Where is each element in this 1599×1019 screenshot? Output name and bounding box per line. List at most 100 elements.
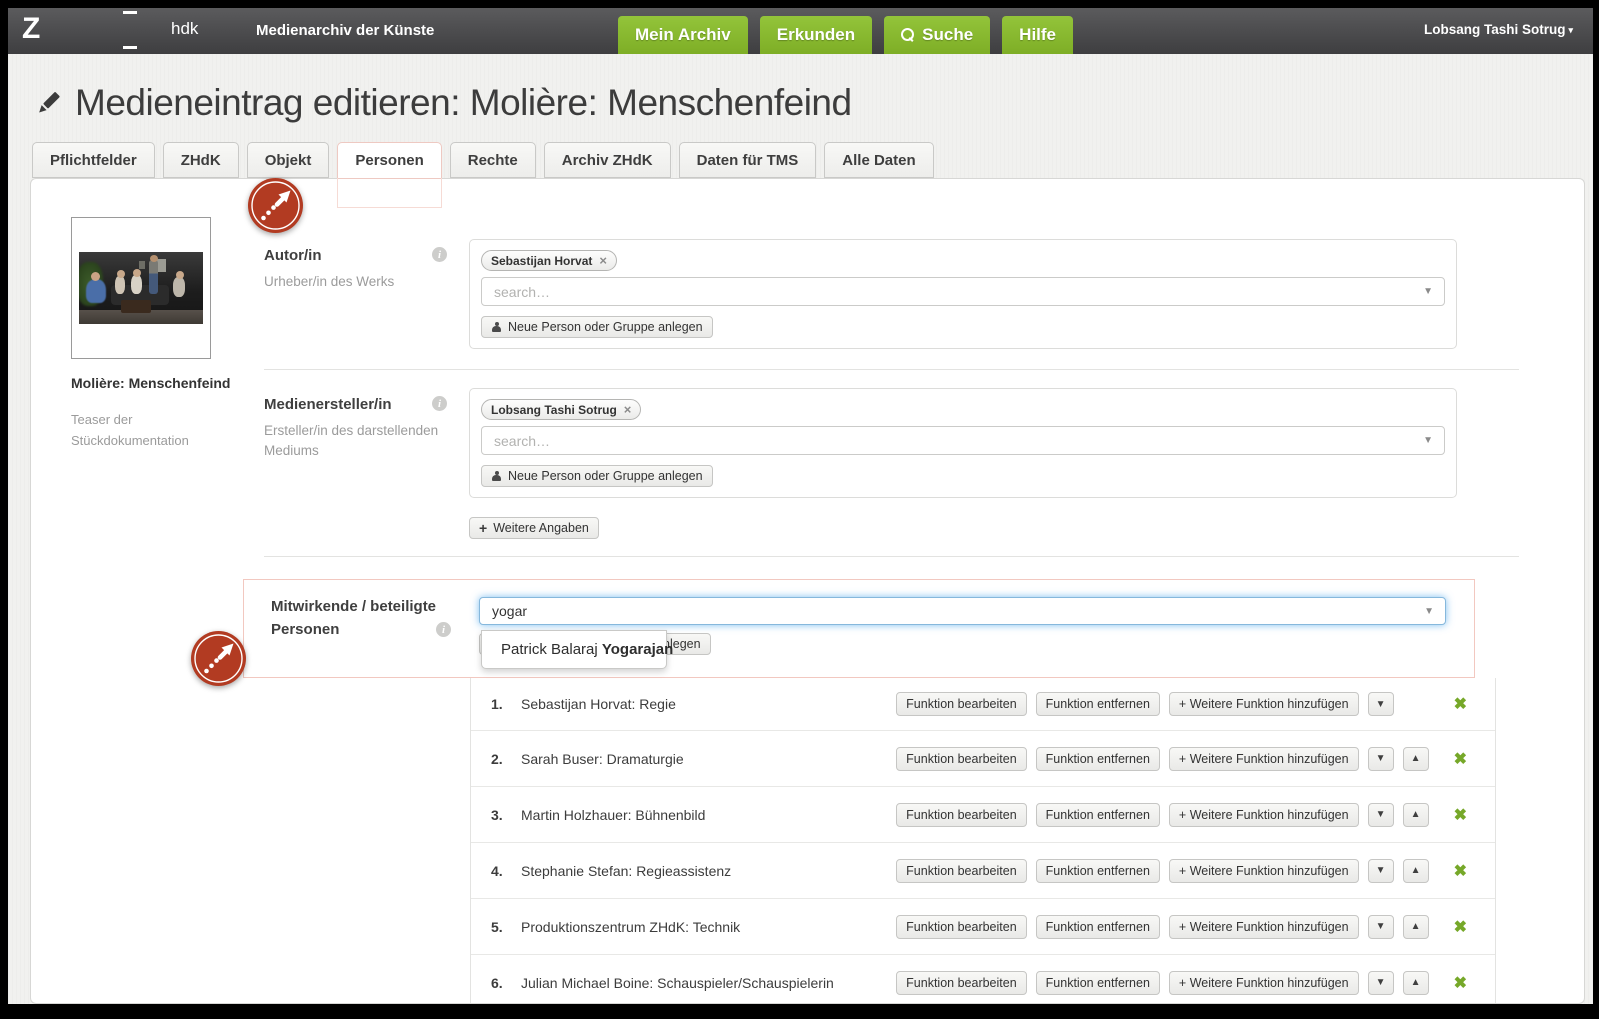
page-header: Medieneintrag editieren: Molière: Mensch… [33,78,1593,128]
funktion-bearbeiten-button[interactable]: Funktion bearbeiten [896,915,1027,939]
nav-button-group: Mein Archiv Erkunden Suche Hilfe [618,16,1073,54]
weitere-funktion-button[interactable]: + Weitere Funktion hinzufügen [1169,747,1359,771]
field-autor-box: Sebastijan Horvat × ▼ Neue Person oder G… [469,239,1457,349]
person-row: 2. Sarah Buser: Dramaturgie Funktion bea… [471,731,1495,787]
move-down-button[interactable]: ▼ [1368,859,1394,883]
funktion-entfernen-button[interactable]: Funktion entfernen [1036,859,1160,883]
nav-erkunden-button[interactable]: Erkunden [760,16,872,54]
weitere-funktion-button[interactable]: + Weitere Funktion hinzufügen [1169,692,1359,716]
person-row-actions: Funktion bearbeiten Funktion entfernen +… [896,915,1467,939]
remove-person-icon[interactable]: ✖ [1454,861,1467,881]
media-teaser: Teaser der Stückdokumentation [71,409,201,452]
weitere-funktion-button[interactable]: + Weitere Funktion hinzufügen [1169,859,1359,883]
move-up-button[interactable]: ▲ [1403,747,1429,771]
move-up-button[interactable]: ▲ [1403,915,1429,939]
move-up-button[interactable]: ▲ [1403,803,1429,827]
add-person-button[interactable]: Neue Person oder Gruppe anlegen [481,465,713,487]
autocomplete-suggestion[interactable]: Patrick Balaraj Yogarajan [481,630,667,669]
move-down-button[interactable]: ▼ [1368,803,1394,827]
move-up-button[interactable]: ▲ [1403,859,1429,883]
nav-button-label: Hilfe [1019,25,1056,45]
person-row-name: Julian Michael Boine: Schauspieler/Schau… [521,975,834,991]
move-down-button[interactable]: ▼ [1368,692,1394,716]
tab-personen[interactable]: Personen [337,142,441,179]
user-name: Lobsang Tashi Sotrug [1424,22,1566,37]
field-autor-label-block: Autor/in Urheber/in des Werks i [264,239,469,349]
tab-rechte[interactable]: Rechte [450,142,536,178]
chip-remove-icon[interactable]: × [624,402,632,417]
search-wrap: ▼ [481,277,1445,306]
tab-daten-fuer-tms[interactable]: Daten für TMS [679,142,817,178]
zhdk-logo-z: Z [22,12,40,46]
funktion-entfernen-button[interactable]: Funktion entfernen [1036,747,1160,771]
move-down-button[interactable]: ▼ [1368,971,1394,995]
field-medienersteller: Medienersteller/in Ersteller/in des dars… [264,388,1519,498]
person-row-actions: Funktion bearbeiten Funktion entfernen +… [896,859,1467,883]
tab-alle-daten[interactable]: Alle Daten [824,142,933,178]
chip-remove-icon[interactable]: × [599,253,607,268]
field-mitwirkende-label-block: Mitwirkende / beteiligte Personen i [244,580,479,677]
suggestion-highlight: Yogarajan [602,641,673,658]
media-thumbnail[interactable] [71,217,211,359]
tab-objekt[interactable]: Objekt [247,142,330,178]
funktion-entfernen-button[interactable]: Funktion entfernen [1036,915,1160,939]
mitwirkende-input-wrap: ▼ Neue Person oder Gruppe anlegen Patric… [479,597,1446,625]
person-row: 4. Stephanie Stefan: Regieassistenz Funk… [471,843,1495,899]
weitere-funktion-button[interactable]: + Weitere Funktion hinzufügen [1169,915,1359,939]
funktion-bearbeiten-button[interactable]: Funktion bearbeiten [896,859,1027,883]
chip-label: Lobsang Tashi Sotrug [491,403,617,417]
remove-person-icon[interactable]: ✖ [1454,973,1467,993]
funktion-bearbeiten-button[interactable]: Funktion bearbeiten [896,971,1027,995]
media-title: Molière: Menschenfeind [71,375,241,391]
autor-search-input[interactable] [481,277,1445,306]
tutorial-arrow-annotation [247,177,304,234]
user-menu[interactable]: Lobsang Tashi Sotrug▾ [1424,22,1573,37]
move-down-button[interactable]: ▼ [1368,747,1394,771]
remove-person-icon[interactable]: ✖ [1454,749,1467,769]
field-label: Medienersteller/in [264,394,439,416]
funktion-bearbeiten-button[interactable]: Funktion bearbeiten [896,803,1027,827]
nav-suche-button[interactable]: Suche [884,16,990,54]
person-row-actions: Funktion bearbeiten Funktion entfernen +… [896,692,1467,716]
add-person-label: Neue Person oder Gruppe anlegen [508,469,703,483]
app-screen: Z hdk Medienarchiv der Künste Mein Archi… [8,8,1593,1004]
person-row-number: 1. [491,696,513,712]
mitwirkende-search-input[interactable] [479,597,1446,625]
person-row: 6. Julian Michael Boine: Schauspieler/Sc… [471,955,1495,1004]
weitere-funktion-button[interactable]: + Weitere Funktion hinzufügen [1169,803,1359,827]
person-chip[interactable]: Lobsang Tashi Sotrug × [481,399,641,420]
person-icon [491,322,502,333]
chip-row: Lobsang Tashi Sotrug × [481,399,1445,420]
tab-zhdk[interactable]: ZHdK [163,142,239,178]
add-person-button[interactable]: Neue Person oder Gruppe anlegen [481,316,713,338]
person-row-actions: Funktion bearbeiten Funktion entfernen +… [896,803,1467,827]
weitere-angaben-label: Weitere Angaben [493,521,589,535]
funktion-entfernen-button[interactable]: Funktion entfernen [1036,692,1160,716]
pencil-icon [33,88,63,118]
remove-person-icon[interactable]: ✖ [1454,917,1467,937]
remove-person-icon[interactable]: ✖ [1454,694,1467,714]
funktion-bearbeiten-button[interactable]: Funktion bearbeiten [896,692,1027,716]
remove-person-icon[interactable]: ✖ [1454,805,1467,825]
media-sidebar: Molière: Menschenfeind Teaser der Stückd… [71,217,251,452]
person-chip[interactable]: Sebastijan Horvat × [481,250,617,271]
form-column: Autor/in Urheber/in des Werks i Sebastij… [264,179,1519,1004]
info-icon[interactable]: i [432,396,447,411]
tab-content-panel: Molière: Menschenfeind Teaser der Stückd… [30,178,1585,1004]
move-up-button[interactable]: ▲ [1403,971,1429,995]
move-down-button[interactable]: ▼ [1368,915,1394,939]
field-sublabel: Urheber/in des Werks [264,272,439,292]
funktion-bearbeiten-button[interactable]: Funktion bearbeiten [896,747,1027,771]
funktion-entfernen-button[interactable]: Funktion entfernen [1036,971,1160,995]
weitere-funktion-button[interactable]: + Weitere Funktion hinzufügen [1169,971,1359,995]
info-icon[interactable]: i [436,622,451,637]
weitere-angaben-button[interactable]: + Weitere Angaben [469,517,599,539]
tab-archiv-zhdk[interactable]: Archiv ZHdK [544,142,671,178]
info-icon[interactable]: i [432,247,447,262]
medienersteller-search-input[interactable] [481,426,1445,455]
funktion-entfernen-button[interactable]: Funktion entfernen [1036,803,1160,827]
person-row-name: Stephanie Stefan: Regieassistenz [521,863,731,879]
tab-pflichtfelder[interactable]: Pflichtfelder [32,142,155,178]
nav-hilfe-button[interactable]: Hilfe [1002,16,1073,54]
nav-mein-archiv-button[interactable]: Mein Archiv [618,16,748,54]
